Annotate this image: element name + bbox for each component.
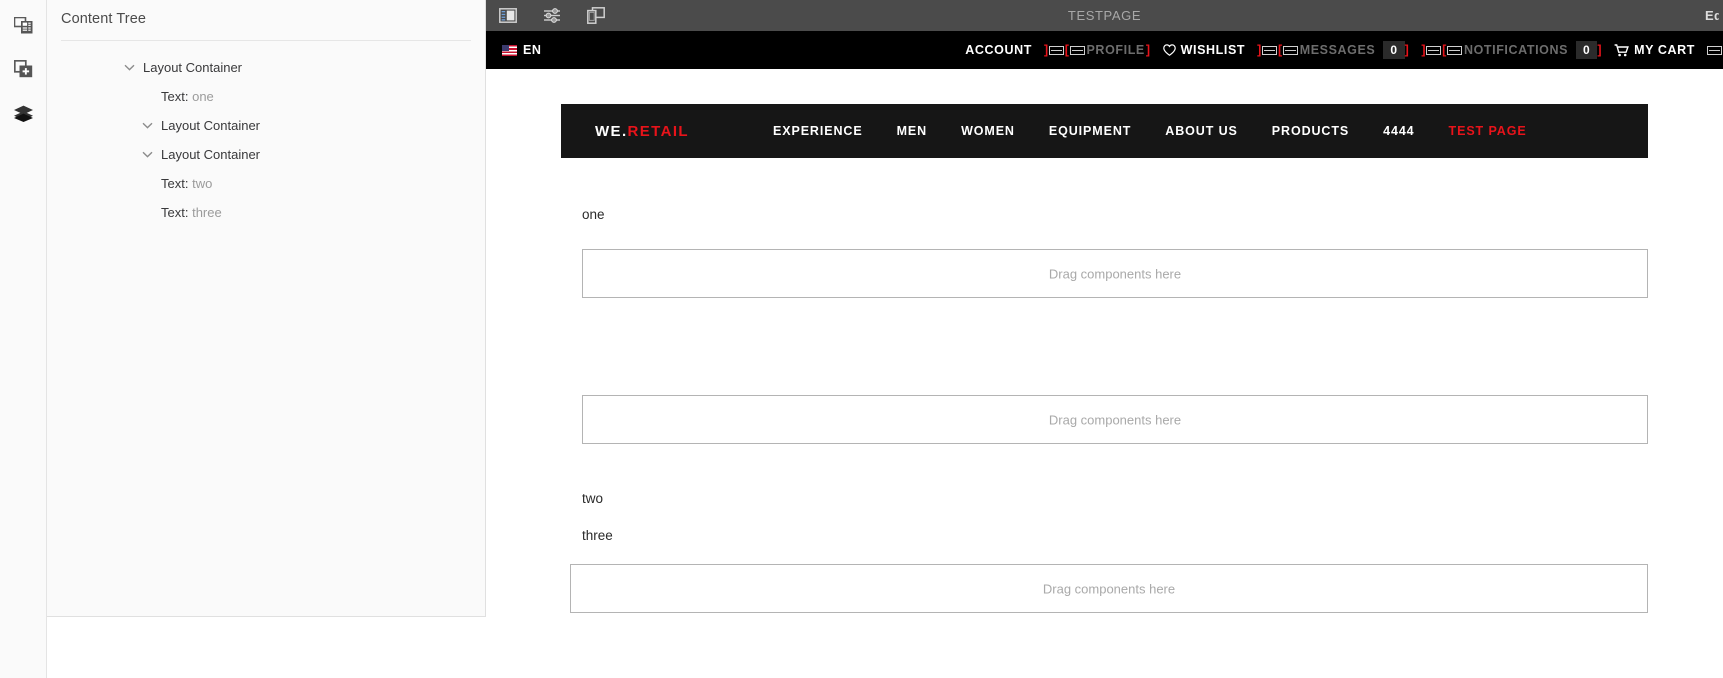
assets-icon <box>13 16 33 34</box>
utility-link-label: NOTIFICATIONS <box>1463 43 1569 57</box>
broken-image-icon <box>1426 45 1442 56</box>
dropzone-hint: Drag components here <box>1042 581 1176 596</box>
dropzone-one[interactable]: Drag components here <box>582 249 1648 298</box>
utility-link-messages[interactable]: ][MESSAGES 0] <box>1257 41 1409 59</box>
broken-image-icon <box>1446 45 1462 56</box>
editor-root: Content Tree Layout Container Text: one La… <box>0 0 1723 678</box>
chevron-down-icon[interactable] <box>123 61 136 74</box>
content-tree-list: Layout Container Text: one Layout Containe… <box>47 41 485 227</box>
toolbar-right-group: Edit <box>1705 0 1719 31</box>
rail-item-assets[interactable] <box>0 3 47 47</box>
edit-mode-button[interactable]: Edit <box>1705 8 1719 23</box>
tree-node-label: Layout Container <box>161 147 261 162</box>
editor-toolbar: TESTPAGE Edit <box>486 0 1723 31</box>
utility-link-label: ACCOUNT <box>965 43 1032 57</box>
logo-we: WE. <box>595 122 628 140</box>
nav-link-women[interactable]: WOMEN <box>961 124 1015 138</box>
utility-link-overflow <box>1707 45 1723 56</box>
panel-title: Content Tree <box>61 11 147 27</box>
utility-link-label: WISHLIST <box>1180 43 1246 57</box>
tree-node-label: Layout Container <box>143 60 243 75</box>
emulator-device-icon <box>587 7 605 24</box>
tree-node-label: Layout Container <box>161 118 261 133</box>
toggle-side-panel-icon <box>499 8 517 23</box>
text-component-two[interactable]: two <box>561 444 1648 506</box>
nav-links-group: EXPERIENCE MEN WOMEN EQUIPMENT ABOUT US PRODU… <box>773 124 1561 138</box>
layers-icon <box>13 105 34 122</box>
tree-node[interactable]: Layout Container <box>47 140 485 169</box>
nav-link-men[interactable]: MEN <box>897 124 927 138</box>
tree-node[interactable]: Text: one <box>47 82 485 111</box>
utility-link-label: MY CART <box>1634 43 1695 57</box>
page-properties-icon <box>543 8 561 23</box>
tree-node[interactable]: Text: two <box>47 169 485 198</box>
text-component-three[interactable]: three <box>561 506 1648 543</box>
tree-node[interactable]: Layout Container <box>47 111 485 140</box>
broken-bracket-right: ] <box>1404 43 1410 57</box>
dropzone-two[interactable]: Drag components here <box>582 395 1648 444</box>
dropzone-hint: Drag components here <box>1048 412 1182 427</box>
tree-node-label: Text: <box>161 89 189 104</box>
utility-links-group: ACCOUNT][PROFILE] WISHLIST][MESSAGES 0]][N… <box>953 31 1723 69</box>
rail-item-components[interactable] <box>0 47 47 91</box>
site-nav-wrapper: WE.RETAIL EXPERIENCE MEN WOMEN EQUIPMENT ABO… <box>486 69 1723 158</box>
logo-retail: RETAIL <box>627 122 689 140</box>
page-canvas: EN ACCOUNT][PROFILE] WISHLIST][MESSAGES 0]… <box>486 31 1723 678</box>
site-logo[interactable]: WE.RETAIL <box>595 123 689 140</box>
content-tree-panel: Content Tree Layout Container Text: one La… <box>47 0 486 617</box>
tree-node-label: Text: <box>161 205 189 220</box>
broken-image-icon <box>1048 45 1064 56</box>
tree-node-value: three <box>192 205 222 220</box>
tree-node-value: one <box>192 89 214 104</box>
emulator-device-button[interactable] <box>574 0 618 31</box>
nav-link-equipment[interactable]: EQUIPMENT <box>1049 124 1131 138</box>
heart-icon <box>1162 44 1176 56</box>
utility-link-wishlist[interactable]: WISHLIST <box>1162 43 1246 57</box>
page-content-body: one Drag components here Drag components… <box>486 158 1723 613</box>
utility-link-label: MESSAGES <box>1299 43 1376 57</box>
language-selector[interactable]: EN <box>502 43 541 57</box>
rail-item-content-tree[interactable] <box>0 91 47 135</box>
chevron-down-icon[interactable] <box>141 148 154 161</box>
tree-node[interactable]: Text: three <box>47 198 485 227</box>
utility-link-notifications[interactable]: ][NOTIFICATIONS 0] <box>1421 41 1602 59</box>
broken-image-icon <box>1261 45 1277 56</box>
broken-image-icon <box>1707 45 1722 56</box>
nav-link-test-page[interactable]: TEST PAGE <box>1449 124 1527 138</box>
broken-bracket-right: ] <box>1597 43 1603 57</box>
utility-link-account[interactable]: ACCOUNT <box>965 43 1032 57</box>
left-icon-rail <box>0 0 47 678</box>
text-component-one[interactable]: one <box>561 158 1648 222</box>
tree-node[interactable]: Layout Container <box>47 53 485 82</box>
nav-link-products[interactable]: PRODUCTS <box>1272 124 1349 138</box>
tree-node-label: Text: <box>161 176 189 191</box>
components-icon <box>13 60 33 78</box>
tree-node-value: two <box>192 176 213 191</box>
utility-link-my-cart[interactable]: MY CART <box>1614 43 1695 57</box>
nav-link-4444[interactable]: 4444 <box>1383 124 1414 138</box>
broken-image-icon <box>1069 45 1085 56</box>
dropzone-hint: Drag components here <box>1048 266 1182 281</box>
toggle-side-panel-button[interactable] <box>486 0 530 31</box>
utility-badge: 0 <box>1383 41 1405 59</box>
chevron-down-icon[interactable] <box>141 119 154 132</box>
dropzone-three[interactable]: Drag components here <box>570 564 1648 613</box>
site-primary-nav: WE.RETAIL EXPERIENCE MEN WOMEN EQUIPMENT ABO… <box>561 104 1648 158</box>
broken-image-icon <box>1282 45 1298 56</box>
broken-bracket-right: ] <box>1145 43 1151 57</box>
language-label: EN <box>523 43 542 57</box>
us-flag-icon <box>502 44 517 56</box>
cart-icon <box>1614 43 1629 57</box>
utility-link-profile[interactable]: ][PROFILE] <box>1044 43 1151 57</box>
utility-badge: 0 <box>1576 41 1598 59</box>
site-utility-bar: EN ACCOUNT][PROFILE] WISHLIST][MESSAGES 0]… <box>486 31 1723 69</box>
page-properties-button[interactable] <box>530 0 574 31</box>
utility-link-label: PROFILE <box>1086 43 1145 57</box>
nav-link-about-us[interactable]: ABOUT US <box>1165 124 1237 138</box>
nav-link-experience[interactable]: EXPERIENCE <box>773 124 863 138</box>
page-title: TESTPAGE <box>1067 8 1142 23</box>
